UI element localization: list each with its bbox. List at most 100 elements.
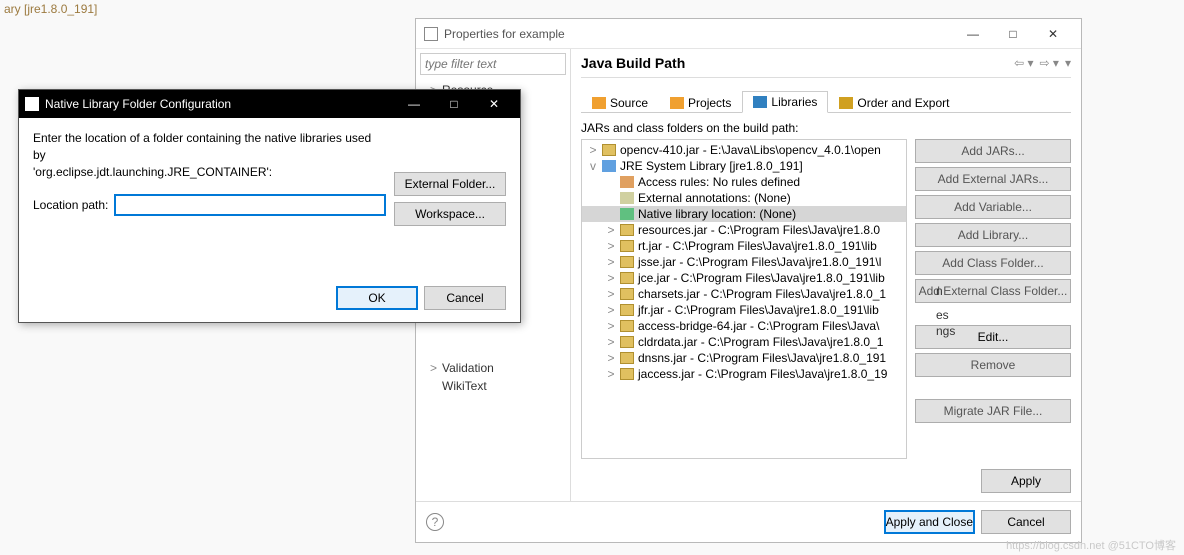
native-cancel-button[interactable]: Cancel xyxy=(424,286,506,310)
tree-row[interactable]: > opencv-410.jar - E:\Java\Libs\opencv_4.… xyxy=(582,142,906,158)
tree-label: cldrdata.jar - C:\Program Files\Java\jre… xyxy=(638,335,883,349)
jar-icon xyxy=(620,192,634,204)
native-dialog-titlebar[interactable]: Native Library Folder Configuration — □ … xyxy=(19,90,520,118)
jar-icon xyxy=(620,352,634,364)
expand-icon[interactable]: > xyxy=(606,239,616,253)
jar-icon xyxy=(620,336,634,348)
tree-label: Native library location: (None) xyxy=(638,207,796,221)
add-variable-button[interactable]: Add Variable... xyxy=(915,195,1071,219)
tree-row[interactable]: Access rules: No rules defined xyxy=(582,174,906,190)
tree-row[interactable]: > resources.jar - C:\Program Files\Java\j… xyxy=(582,222,906,238)
location-label: Location path: xyxy=(33,198,108,212)
help-icon[interactable]: ? xyxy=(426,513,444,531)
jar-icon xyxy=(620,368,634,380)
apply-button[interactable]: Apply xyxy=(981,469,1071,493)
add-external-jars-button[interactable]: Add External JARs... xyxy=(915,167,1071,191)
jar-icon xyxy=(620,176,634,188)
dialog-minimize-button[interactable]: — xyxy=(394,91,434,117)
tab-order[interactable]: Order and Export xyxy=(828,91,960,113)
dialog-message-1: Enter the location of a folder containin… xyxy=(33,130,386,164)
tree-label: jaccess.jar - C:\Program Files\Java\jre1… xyxy=(638,367,887,381)
jar-icon xyxy=(620,320,634,332)
tree-row[interactable]: > jce.jar - C:\Program Files\Java\jre1.8.… xyxy=(582,270,906,286)
tree-row[interactable]: v JRE System Library [jre1.8.0_191] xyxy=(582,158,906,174)
jar-icon xyxy=(620,256,634,268)
tree-label: access-bridge-64.jar - C:\Program Files\… xyxy=(638,319,879,333)
expand-icon[interactable]: v xyxy=(588,159,598,173)
expand-icon[interactable]: > xyxy=(606,271,616,285)
dialog-close-button[interactable]: ✕ xyxy=(474,91,514,117)
expand-icon[interactable]: > xyxy=(606,303,616,317)
dialog-icon xyxy=(25,97,39,111)
expand-icon[interactable]: > xyxy=(606,287,616,301)
tab-strip: Source Projects Libraries Order and Expo… xyxy=(581,86,1071,113)
dialog-message-2: 'org.eclipse.jdt.launching.JRE_CONTAINER… xyxy=(33,164,386,181)
workspace-button[interactable]: Workspace... xyxy=(394,202,506,226)
add-class-folder-button[interactable]: Add Class Folder... xyxy=(915,251,1071,275)
tree-label: jce.jar - C:\Program Files\Java\jre1.8.0… xyxy=(638,271,885,285)
tree-label: charsets.jar - C:\Program Files\Java\jre… xyxy=(638,287,886,301)
cat-validation[interactable]: >Validation xyxy=(416,359,570,377)
tree-row[interactable]: > cldrdata.jar - C:\Program Files\Java\jr… xyxy=(582,334,906,350)
tree-row[interactable]: > rt.jar - C:\Program Files\Java\jre1.8.0… xyxy=(582,238,906,254)
tab-projects[interactable]: Projects xyxy=(659,91,742,113)
libraries-icon xyxy=(753,96,767,108)
apply-and-close-button[interactable]: Apply and Close xyxy=(884,510,975,534)
tree-label: jfr.jar - C:\Program Files\Java\jre1.8.0… xyxy=(638,303,879,317)
jar-icon xyxy=(620,240,634,252)
expand-icon[interactable]: > xyxy=(606,351,616,365)
tree-label: Access rules: No rules defined xyxy=(638,175,800,189)
tree-label: opencv-410.jar - E:\Java\Libs\opencv_4.0… xyxy=(620,143,881,157)
expand-icon[interactable]: > xyxy=(588,143,598,157)
add-library-button[interactable]: Add Library... xyxy=(915,223,1071,247)
jar-tree[interactable]: > opencv-410.jar - E:\Java\Libs\opencv_4.… xyxy=(581,139,907,459)
close-button[interactable]: ✕ xyxy=(1033,20,1073,48)
ok-button[interactable]: OK xyxy=(336,286,418,310)
projects-icon xyxy=(670,97,684,109)
back-icon[interactable]: ⇦ ▾ xyxy=(1014,56,1033,70)
tree-row[interactable]: > jfr.jar - C:\Program Files\Java\jre1.8.… xyxy=(582,302,906,318)
tree-label: JRE System Library [jre1.8.0_191] xyxy=(620,159,803,173)
cancel-button[interactable]: Cancel xyxy=(981,510,1071,534)
build-path-label: JARs and class folders on the build path… xyxy=(581,121,1071,135)
tree-row[interactable]: External annotations: (None) xyxy=(582,190,906,206)
jar-icon xyxy=(620,304,634,316)
external-folder-button[interactable]: External Folder... xyxy=(394,172,506,196)
tree-row[interactable]: > charsets.jar - C:\Program Files\Java\jr… xyxy=(582,286,906,302)
remove-button[interactable]: Remove xyxy=(915,353,1071,377)
tree-label: rt.jar - C:\Program Files\Java\jre1.8.0_… xyxy=(638,239,877,253)
expand-icon[interactable]: > xyxy=(606,367,616,381)
expand-icon[interactable]: > xyxy=(606,335,616,349)
jar-icon xyxy=(620,208,634,220)
tree-row[interactable]: Native library location: (None) xyxy=(582,206,906,222)
menu-icon[interactable]: ▾ xyxy=(1065,56,1071,70)
tree-label: resources.jar - C:\Program Files\Java\jr… xyxy=(638,223,880,237)
order-icon xyxy=(839,97,853,109)
jar-icon xyxy=(620,272,634,284)
tree-row[interactable]: > access-bridge-64.jar - C:\Program Files… xyxy=(582,318,906,334)
jar-icon xyxy=(602,144,616,156)
cat-wikitext[interactable]: WikiText xyxy=(416,377,570,395)
expand-icon[interactable]: > xyxy=(606,255,616,269)
expand-icon[interactable]: > xyxy=(606,319,616,333)
window-title: Properties for example xyxy=(444,27,953,41)
add-jars-button[interactable]: Add JARs... xyxy=(915,139,1071,163)
tree-label: External annotations: (None) xyxy=(638,191,791,205)
tree-label: jsse.jar - C:\Program Files\Java\jre1.8.… xyxy=(638,255,881,269)
migrate-jar-button[interactable]: Migrate JAR File... xyxy=(915,399,1071,423)
properties-titlebar[interactable]: Properties for example — □ ✕ xyxy=(416,19,1081,49)
location-path-input[interactable] xyxy=(114,194,386,216)
tree-row[interactable]: > jsse.jar - C:\Program Files\Java\jre1.8… xyxy=(582,254,906,270)
tab-source[interactable]: Source xyxy=(581,91,659,113)
source-icon xyxy=(592,97,606,109)
native-library-dialog: Native Library Folder Configuration — □ … xyxy=(18,89,521,323)
maximize-button[interactable]: □ xyxy=(993,20,1033,48)
tab-libraries[interactable]: Libraries xyxy=(742,91,828,113)
dialog-maximize-button[interactable]: □ xyxy=(434,91,474,117)
tree-row[interactable]: >dnsns.jar - C:\Program Files\Java\jre1.… xyxy=(582,350,906,366)
forward-icon[interactable]: ⇨ ▾ xyxy=(1040,56,1059,70)
expand-icon[interactable]: > xyxy=(606,223,616,237)
filter-input[interactable] xyxy=(420,53,566,75)
tree-row[interactable]: > jaccess.jar - C:\Program Files\Java\jre… xyxy=(582,366,906,382)
minimize-button[interactable]: — xyxy=(953,20,993,48)
